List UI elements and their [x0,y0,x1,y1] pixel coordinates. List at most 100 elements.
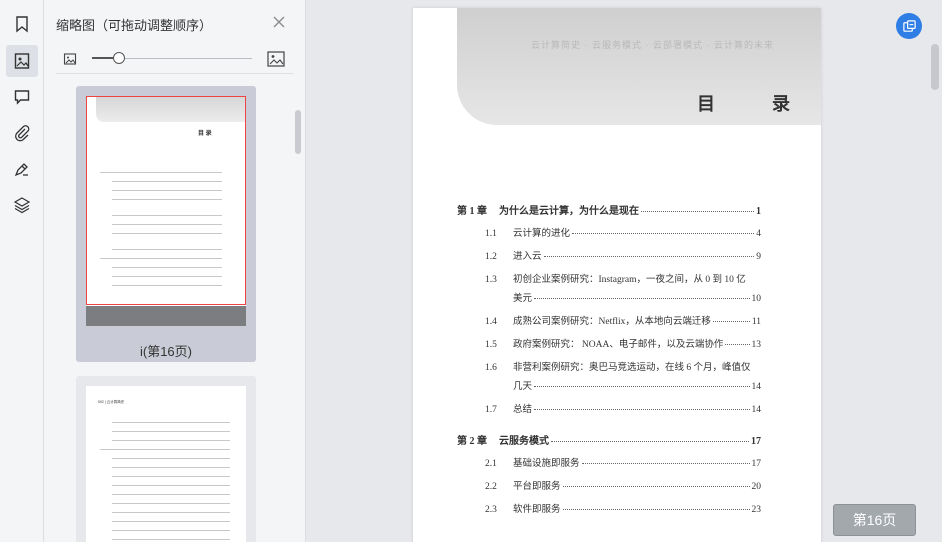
toc-entry[interactable]: 1.1 云计算的进化 4 [485,225,761,239]
zoom-in-image-icon[interactable] [266,49,286,69]
toc-title: 平台即服务 [513,482,561,492]
thumbnail-text-line [112,530,230,531]
thumbnail-text-line [112,485,230,486]
close-icon[interactable] [271,14,287,30]
toc-title: 软件即服务 [513,505,561,515]
left-toolbar [0,0,44,542]
panel-title: 缩略图（可拖动调整顺序） [56,18,213,33]
toc-entry[interactable]: 1.7 总结 14 [485,401,761,415]
signature-icon[interactable] [6,153,38,185]
toc-number: 1.3 [485,275,497,285]
toc-entry[interactable]: 1.2 进入云 9 [485,248,761,262]
screen-capture-icon [902,19,916,32]
document-viewer: 云计算简史 · 云服务模式 · 云部署模式 · 云计算的未来 目 录 第 1 章… [306,0,942,542]
thumbnail-text-line [112,521,230,522]
toc-title: 成熟公司案例研究：Netflix，从本地向云端迁移 [513,317,711,327]
banner-faint-text: 云计算简史 · 云服务模式 · 云部署模式 · 云计算的未来 [531,40,774,50]
document-page: 云计算简史 · 云服务模式 · 云部署模式 · 云计算的未来 目 录 第 1 章… [413,8,821,542]
toc-title: 为什么是云计算，为什么是现在 [499,206,639,217]
thumbnail-viewport-frame [86,96,246,305]
toc-number: 1.6 [485,363,497,373]
toc-chapter[interactable]: 第 2 章 云服务模式 17 [457,432,761,447]
toc-page-number: 11 [751,317,761,327]
toc-page-number: 17 [751,436,761,447]
thumbnail-zoom-control [44,44,306,74]
toc-number: 1.2 [485,252,497,262]
zoom-out-image-icon[interactable] [63,52,77,66]
bookmark-icon[interactable] [6,8,38,40]
toc-entry[interactable]: 2.3 软件即服务 23 [485,501,761,515]
toc-leader-dots [562,486,750,487]
toc-page-number: 9 [756,252,761,262]
toc-number: 1.7 [485,405,497,415]
toc-title: 政府案例研究： NOAA、电子邮件，以及云端协作 [513,340,724,350]
thumbnail-heading: 002 | 云计算简史 [98,400,125,404]
attachment-icon[interactable] [6,117,38,149]
thumbnail-text-line [112,476,230,477]
toc-leader-dots [712,321,750,322]
thumbnail-text-line [112,512,230,513]
toc-title-continuation: 美元 [513,294,533,304]
toc-title: 基础设施即服务 [513,459,580,469]
document-scrollbar[interactable] [931,44,939,90]
toc-title: 云服务模式 [499,436,549,447]
thumbnail-text-line [112,494,230,495]
thumbnail-text-line [112,431,230,432]
toc-number: 2.3 [485,505,497,515]
toc-entry[interactable]: 2.1 基础设施即服务 17 [485,455,761,469]
toc-leader-dots [572,233,755,234]
toc-chapter[interactable]: 第 1 章 为什么是云计算，为什么是现在 1 [457,202,761,217]
toc-entry[interactable]: 1.6 非营利案例研究：奥巴马竞选运动，在线 6 个月，峰值仅 [485,359,761,373]
toc-page-number: 20 [751,482,762,492]
layers-icon[interactable] [6,189,38,221]
thumbnail-panel: 缩略图（可拖动调整顺序） 目 录 i(第16页) 002 | 云计算简史 [44,0,306,542]
thumbnail-text-line [112,422,230,423]
toc-number: 第 1 章 [457,206,487,217]
toc-leader-dots [543,256,755,257]
zoom-slider-handle[interactable] [113,52,125,64]
thumbnail-icon[interactable] [6,45,38,77]
toc-leader-dots [581,463,750,464]
thumbnail-text-line [112,467,230,468]
toc-page-number: 14 [751,382,762,392]
thumbnail-text-line [112,440,230,441]
toc-title: 非营利案例研究：奥巴马竞选运动，在线 6 个月，峰值仅 [513,363,751,373]
toc-number: 1.5 [485,340,497,350]
toc-page-number: 1 [756,206,761,217]
toc-entry[interactable]: 1.3 初创企业案例研究：Instagram，一夜之间，从 0 到 10 亿 [485,271,761,285]
toc-page-number: 17 [751,459,762,469]
toc-page-number: 4 [756,229,761,239]
thumbnail-scrollbar[interactable] [295,110,301,154]
toc-title: 总结 [513,405,533,415]
thumbnail-label: i(第16页) [139,344,192,359]
toc-leader-dots [725,344,750,345]
thumbnail-text-line [112,539,230,540]
toc-title-continuation: 几天 [513,382,533,392]
toc-number: 第 2 章 [457,436,487,447]
toc-entry[interactable]: 2.2 平台即服务 20 [485,478,761,492]
toc-number: 2.2 [485,482,497,492]
thumbnail-item-selected[interactable]: 目 录 i(第16页) [76,86,256,362]
screen-capture-button[interactable] [896,13,922,39]
toc-entry[interactable]: 1.4 成熟公司案例研究：Netflix，从本地向云端迁移 11 [485,313,761,327]
toc-leader-dots [641,211,754,212]
toc-entry-continuation[interactable]: 几天 14 [513,378,761,392]
thumbnail-text-line [100,449,230,450]
divider [56,73,294,74]
toc-page-number: 14 [751,405,762,415]
toc-page-number: 10 [751,294,762,304]
toc-entry[interactable]: 1.5 政府案例研究： NOAA、电子邮件，以及云端协作 13 [485,336,761,350]
toc-title: 云计算的进化 [513,229,571,239]
page-indicator: 第16页 [833,504,916,536]
toc-number: 1.1 [485,229,497,239]
comment-icon[interactable] [6,81,38,113]
thumbnail-item[interactable]: 002 | 云计算简史 [76,376,256,542]
thumbnail-page-preview: 002 | 云计算简史 [86,386,246,542]
page-title: 目 录 [697,94,817,114]
thumbnail-text-line [112,503,230,504]
toc-entry-continuation[interactable]: 美元 10 [513,290,761,304]
toc-number: 2.1 [485,459,497,469]
thumbnail-text-line [112,458,230,459]
toc-page-number: 23 [751,505,762,515]
toc-title: 初创企业案例研究：Instagram，一夜之间，从 0 到 10 亿 [513,275,746,285]
